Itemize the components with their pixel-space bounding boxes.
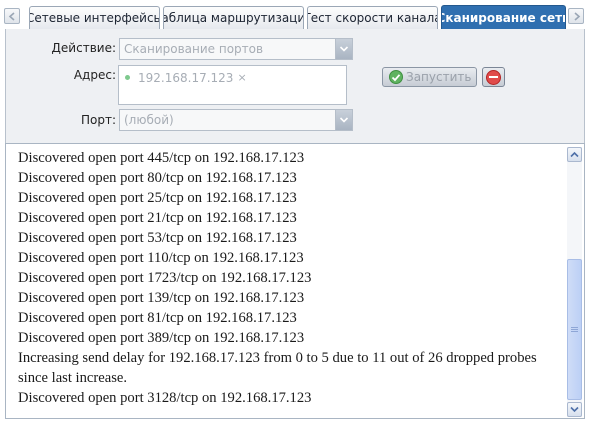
tabs-scroll-right-button[interactable] <box>568 8 584 24</box>
tab-label: Сканирование сети <box>441 10 566 25</box>
port-select-value: (любой) <box>124 113 174 127</box>
scan-log[interactable]: Discovered open port 445/tcp on 192.168.… <box>5 143 585 419</box>
log-line: Discovered open port 80/tcp on 192.168.1… <box>18 170 297 186</box>
log-line: Discovered open port 81/tcp on 192.168.1… <box>18 310 297 326</box>
port-dropdown-button[interactable] <box>335 110 352 130</box>
check-circle-icon <box>389 70 403 84</box>
log-scrollbar[interactable] <box>567 147 582 417</box>
scroll-down-button[interactable] <box>567 402 582 417</box>
chevron-down-icon <box>570 406 579 413</box>
log-line: Discovered open port 25/tcp on 192.168.1… <box>18 190 297 206</box>
scroll-up-button[interactable] <box>567 147 582 162</box>
stop-button[interactable] <box>482 67 505 87</box>
scan-log-lines: Discovered open port 445/tcp on 192.168.… <box>18 148 563 408</box>
port-label: Порт: <box>80 113 116 127</box>
log-line: Discovered open port 21/tcp on 192.168.1… <box>18 210 297 226</box>
address-chip: 192.168.17.123 × <box>125 70 247 85</box>
chevron-down-icon <box>339 117 349 123</box>
log-line: Discovered open port 445/tcp on 192.168.… <box>18 150 305 166</box>
chevron-left-icon <box>8 11 15 21</box>
log-line: Discovered open port 110/tcp on 192.168.… <box>18 250 304 266</box>
scan-settings-panel: Действие: Сканирование портов Адрес: 192… <box>5 29 585 143</box>
action-select-value: Сканирование портов <box>124 42 264 56</box>
tab-network-interfaces[interactable]: Сетевые интерфейсы <box>29 6 160 29</box>
tab-network-scan[interactable]: Сканирование сети <box>441 5 566 29</box>
tab-bar: Сетевые интерфейсы Таблица маршрутизации… <box>0 0 589 29</box>
log-line: Discovered open port 139/tcp on 192.168.… <box>18 290 305 306</box>
remove-address-button[interactable]: × <box>237 71 246 84</box>
port-select[interactable]: (любой) <box>119 109 353 131</box>
grip-icon <box>571 327 578 332</box>
chevron-up-icon <box>570 151 579 158</box>
address-chip-label: 192.168.17.123 <box>138 70 234 85</box>
run-button-label: Запустить <box>406 70 472 84</box>
log-line: Discovered open port 3128/tcp on 192.168… <box>18 390 312 406</box>
run-button[interactable]: Запустить <box>382 67 477 87</box>
tab-routing-table[interactable]: Таблица маршрутизации <box>163 6 304 29</box>
status-dot-icon <box>125 75 130 80</box>
log-line: Discovered open port 1723/tcp on 192.168… <box>18 270 312 286</box>
log-line: Increasing send delay for 192.168.17.123… <box>18 350 541 386</box>
log-line: Discovered open port 53/tcp on 192.168.1… <box>18 230 297 246</box>
tabs-scroll-left-button[interactable] <box>4 8 20 24</box>
address-field[interactable]: 192.168.17.123 × <box>118 65 347 105</box>
scroll-thumb[interactable] <box>567 259 582 400</box>
tab-label: Тест скорости канала <box>307 11 438 25</box>
minus-circle-icon <box>486 69 501 85</box>
chevron-down-icon <box>339 46 349 52</box>
tab-label: Таблица маршрутизации <box>164 11 304 25</box>
tab-speed-test[interactable]: Тест скорости канала <box>307 6 438 29</box>
action-label: Действие: <box>51 41 116 55</box>
action-select[interactable]: Сканирование портов <box>119 38 353 60</box>
chevron-right-icon <box>573 11 580 21</box>
log-line: Discovered open port 389/tcp on 192.168.… <box>18 330 305 346</box>
action-dropdown-button[interactable] <box>335 39 352 59</box>
address-label: Адрес: <box>73 68 116 82</box>
tab-label: Сетевые интерфейсы <box>29 11 160 25</box>
